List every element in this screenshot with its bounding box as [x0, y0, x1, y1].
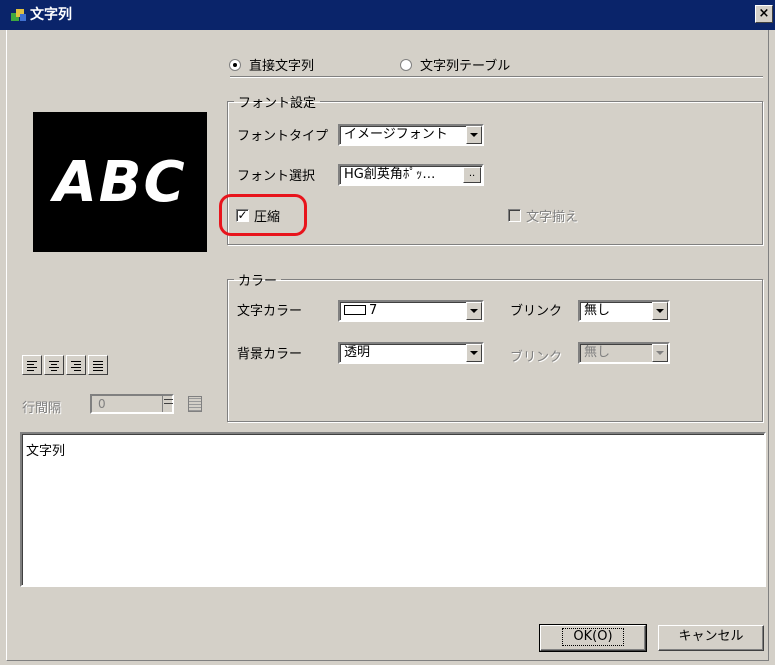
font-browse-button[interactable]: ..	[463, 167, 481, 183]
font-select-value: HG創英角ﾎﾟｯ…	[344, 167, 436, 182]
separator	[230, 76, 763, 78]
bg-color-select[interactable]: 透明	[338, 342, 484, 364]
keypad-icon[interactable]	[188, 396, 202, 412]
cancel-button[interactable]: キャンセル	[658, 625, 764, 651]
radio-direct-label: 直接文字列	[249, 59, 315, 74]
close-icon: ×	[758, 6, 770, 21]
font-type-value: イメージフォント	[344, 127, 448, 142]
line-spacing-value: 0	[98, 397, 106, 411]
preview-text: ABC	[53, 149, 187, 215]
checkbox-empty-icon	[508, 209, 521, 222]
font-settings-legend: フォント設定	[238, 96, 317, 111]
bg-blink-select[interactable]: 無し	[578, 342, 670, 364]
ok-label: OK(O)	[562, 628, 624, 646]
chevron-down-icon[interactable]	[466, 126, 482, 144]
radio-dot-selected	[229, 58, 241, 71]
preview-box: ABC	[33, 112, 207, 252]
cancel-label: キャンセル	[678, 629, 744, 644]
ok-button[interactable]: OK(O)	[539, 624, 647, 652]
color-settings-group: カラー	[227, 270, 763, 422]
bg-blink-value: 無し	[584, 345, 611, 360]
font-select-label: フォント選択	[237, 169, 316, 184]
text-color-label: 文字カラー	[237, 304, 303, 319]
chevron-down-icon[interactable]	[652, 344, 668, 362]
chevron-down-icon[interactable]	[652, 302, 668, 320]
justify-checkbox[interactable]: 文字揃え	[508, 206, 578, 225]
app-icon	[11, 9, 26, 21]
font-type-label: フォントタイプ	[237, 129, 329, 144]
line-spacing-label: 行間隔	[22, 401, 62, 416]
color-swatch	[344, 305, 366, 315]
text-blink-select[interactable]: 無し	[578, 300, 670, 322]
radio-direct-string[interactable]: 直接文字列	[229, 55, 314, 74]
align-left-icon[interactable]	[22, 355, 42, 375]
font-type-select[interactable]: イメージフォント	[338, 124, 484, 146]
spinner-icon[interactable]	[162, 396, 174, 412]
align-right-icon[interactable]	[66, 355, 86, 375]
radio-table-label: 文字列テーブル	[420, 59, 511, 74]
text-color-select[interactable]: 7	[338, 300, 484, 322]
bg-blink-label: ブリンク	[510, 350, 563, 365]
highlight-annotation	[219, 194, 307, 236]
font-select-field[interactable]: HG創英角ﾎﾟｯ… ..	[338, 164, 484, 186]
title-bar: 文字列 ×	[0, 0, 775, 30]
dialog-window: 文字列 × 直接文字列 文字列テーブル ABC フォント設定 フォントタイプ イ…	[0, 0, 775, 665]
align-justify-icon[interactable]	[88, 355, 108, 375]
color-settings-legend: カラー	[238, 274, 278, 289]
radio-string-table[interactable]: 文字列テーブル	[400, 55, 510, 74]
close-button[interactable]: ×	[755, 5, 773, 23]
justify-label: 文字揃え	[526, 210, 579, 225]
text-blink-value: 無し	[584, 303, 611, 318]
bg-color-label: 背景カラー	[237, 347, 303, 362]
chevron-down-icon[interactable]	[466, 302, 482, 320]
text-blink-label: ブリンク	[510, 304, 563, 319]
string-text-area[interactable]: 文字列	[20, 432, 766, 587]
chevron-down-icon[interactable]	[466, 344, 482, 362]
window-title: 文字列	[30, 7, 72, 23]
align-center-icon[interactable]	[44, 355, 64, 375]
text-color-value: 7	[369, 303, 378, 318]
bg-color-value: 透明	[344, 345, 371, 360]
string-text-value: 文字列	[26, 444, 66, 459]
radio-dot	[400, 58, 412, 71]
